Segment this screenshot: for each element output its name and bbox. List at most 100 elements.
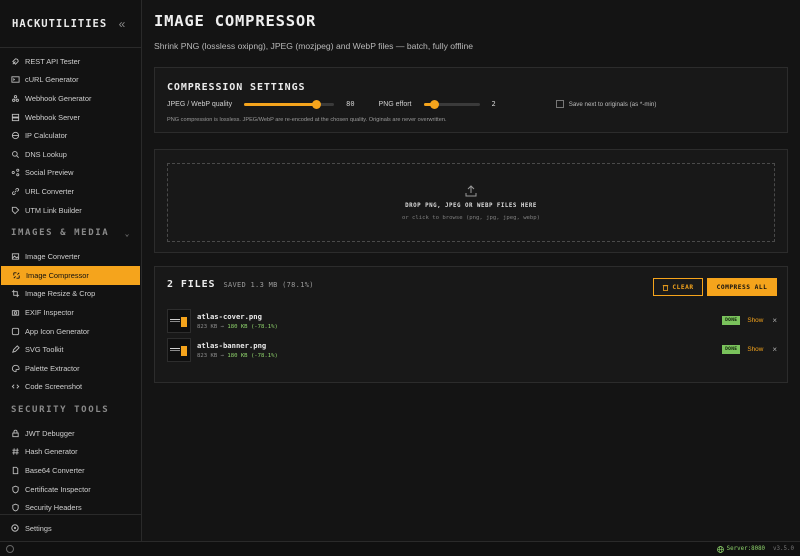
close-icon[interactable]: ×	[772, 345, 777, 354]
files-count: 2 FILES	[167, 279, 216, 290]
shield-icon	[10, 484, 20, 494]
save-next-label: Save next to originals (as *-min)	[568, 100, 657, 108]
search-icon	[10, 149, 20, 159]
status-indicator-icon[interactable]	[6, 545, 14, 553]
file-compressed-size: 180 KB	[227, 353, 248, 359]
status-badge: DONE	[722, 345, 741, 354]
palette-icon	[10, 363, 20, 373]
code-icon	[10, 382, 20, 392]
brand-name: HACKUTILITIES	[12, 17, 108, 30]
main-content: IMAGE COMPRESSOR Shrink PNG (lossless ox…	[143, 0, 800, 541]
section-images-label: IMAGES & MEDIA	[11, 228, 110, 239]
show-file-link[interactable]: Show	[747, 317, 763, 324]
file-dropzone[interactable]: DROP PNG, JPEG OR WEBP FILES HERE or cli…	[167, 163, 775, 242]
sidebar-item-label: Certificate Inspector	[25, 484, 91, 494]
show-file-link[interactable]: Show	[747, 346, 763, 353]
sidebar-item-label: DNS Lookup	[25, 149, 67, 159]
thumbnail-lines	[170, 348, 180, 349]
effort-slider-handle[interactable]	[430, 99, 440, 109]
sidebar-item-certificate-inspector[interactable]: Certificate Inspector	[0, 480, 141, 499]
sidebar-item-base64-converter[interactable]: Base64 Converter	[0, 461, 141, 480]
sidebar-item-label: Security Headers	[25, 503, 82, 513]
pen-icon	[10, 345, 20, 355]
settings-label: Settings	[25, 523, 52, 533]
status-badge: DONE	[722, 316, 741, 325]
collapse-sidebar-icon[interactable]: «	[115, 17, 129, 31]
rocket-icon	[10, 56, 20, 66]
settings-row: JPEG / WebP quality 80 PNG effort 2 Save…	[167, 99, 657, 109]
sidebar-item-image-compressor[interactable]: Image Compressor	[1, 265, 140, 285]
dropzone-card: DROP PNG, JPEG OR WEBP FILES HERE or cli…	[154, 149, 788, 253]
file-stats: 823 KB → 180 KB (-78.1%)	[197, 353, 278, 359]
sidebar-item-image-converter[interactable]: Image Converter	[0, 247, 141, 266]
quality-slider[interactable]	[244, 99, 335, 109]
sidebar-item-webhook-generator[interactable]: Webhook Generator	[0, 89, 141, 108]
gear-icon	[10, 523, 20, 533]
sidebar-item-label: UTM Link Builder	[25, 205, 82, 215]
effort-slider[interactable]	[423, 99, 480, 109]
sidebar-item-hash-generator[interactable]: Hash Generator	[0, 443, 141, 462]
app-icon	[10, 326, 20, 336]
camera-icon	[10, 307, 20, 317]
file-thumbnail	[167, 338, 191, 362]
page-subtitle: Shrink PNG (lossless oxipng), JPEG (mozj…	[154, 41, 474, 51]
globe-icon	[716, 545, 724, 553]
save-next-checkbox[interactable]: Save next to originals (as *-min)	[555, 100, 657, 108]
settings-note: PNG compression is lossless. JPEG/WebP a…	[167, 117, 447, 123]
status-right: Server:8080 v3.5.0	[716, 545, 794, 553]
file-row: atlas-cover.png 823 KB → 180 KB (-78.1%) D…	[167, 309, 777, 333]
quality-slider-handle[interactable]	[311, 99, 321, 109]
sidebar-item-code-screenshot[interactable]: Code Screenshot	[0, 378, 141, 397]
sidebar-item-jwt-debugger[interactable]: JWT Debugger	[0, 424, 141, 443]
sidebar-item-svg-toolkit[interactable]: SVG Toolkit	[0, 340, 141, 359]
file-actions: DONE Show ×	[722, 345, 777, 354]
crop-icon	[10, 289, 20, 299]
quality-slider-fill	[244, 102, 317, 106]
checkbox-box[interactable]	[555, 100, 564, 108]
file-info: atlas-banner.png 823 KB → 180 KB (-78.1%)	[197, 341, 278, 359]
sidebar-item-rest-api-tester[interactable]: REST API Tester	[0, 52, 141, 71]
webhook-icon	[10, 93, 20, 103]
compress-all-button[interactable]: COMPRESS ALL	[707, 278, 777, 296]
lock-icon	[10, 428, 20, 438]
sidebar-item-label: Webhook Generator	[25, 93, 92, 103]
sidebar-item-dns-lookup[interactable]: DNS Lookup	[0, 145, 141, 164]
sidebar-item-social-preview[interactable]: Social Preview	[0, 164, 141, 183]
files-header: 2 FILES SAVED 1.3 MB (78.1%)	[167, 279, 314, 290]
sidebar-item-label: SVG Toolkit	[25, 345, 64, 355]
clear-button[interactable]: CLEAR	[653, 278, 703, 296]
sidebar-item-palette-extractor[interactable]: Palette Extractor	[0, 359, 141, 378]
sidebar-item-label: Hash Generator	[25, 447, 78, 457]
file-icon	[10, 466, 20, 476]
section-images-media[interactable]: IMAGES & MEDIA ⌄	[0, 219, 141, 247]
sidebar-item-curl-generator[interactable]: cURL Generator	[0, 71, 141, 90]
sidebar-item-label: Image Resize & Crop	[25, 289, 96, 299]
thumbnail-shape	[181, 346, 187, 356]
sidebar-item-settings[interactable]: Settings	[0, 514, 141, 541]
dropzone-title: DROP PNG, JPEG OR WEBP FILES HERE	[405, 203, 537, 209]
sidebar-item-webhook-server[interactable]: Webhook Server	[0, 108, 141, 127]
effort-label: PNG effort	[378, 100, 412, 108]
file-size-arrow: →	[220, 324, 224, 330]
sidebar-item-exif-inspector[interactable]: EXIF Inspector	[0, 303, 141, 322]
sidebar-item-ip-calculator[interactable]: IP Calculator	[0, 126, 141, 145]
sidebar-item-utm-link-builder[interactable]: UTM Link Builder	[0, 201, 141, 220]
section-security-tools[interactable]: SECURITY TOOLS	[0, 396, 141, 424]
sidebar-item-label: cURL Generator	[25, 75, 79, 85]
file-info: atlas-cover.png 823 KB → 180 KB (-78.1%)	[197, 312, 278, 330]
share-icon	[10, 168, 20, 178]
sidebar-item-label: Social Preview	[25, 168, 74, 178]
file-actions: DONE Show ×	[722, 316, 777, 325]
close-icon[interactable]: ×	[772, 316, 777, 325]
sidebar-nav: REST API Tester cURL Generator Webhook Gen…	[0, 48, 141, 517]
file-row: atlas-banner.png 823 KB → 180 KB (-78.1%)…	[167, 338, 777, 362]
sidebar-item-label: REST API Tester	[25, 56, 81, 66]
sidebar-item-label: URL Converter	[25, 186, 75, 196]
sidebar-item-image-resize-crop[interactable]: Image Resize & Crop	[0, 285, 141, 304]
file-savings-percent: (-78.1%)	[250, 353, 278, 359]
sidebar-item-label: App Icon Generator	[25, 326, 90, 336]
sidebar-item-label: Image Converter	[25, 252, 81, 262]
sidebar-item-app-icon-generator[interactable]: App Icon Generator	[0, 322, 141, 341]
sidebar-item-url-converter[interactable]: URL Converter	[0, 182, 141, 201]
upload-icon	[464, 184, 478, 198]
